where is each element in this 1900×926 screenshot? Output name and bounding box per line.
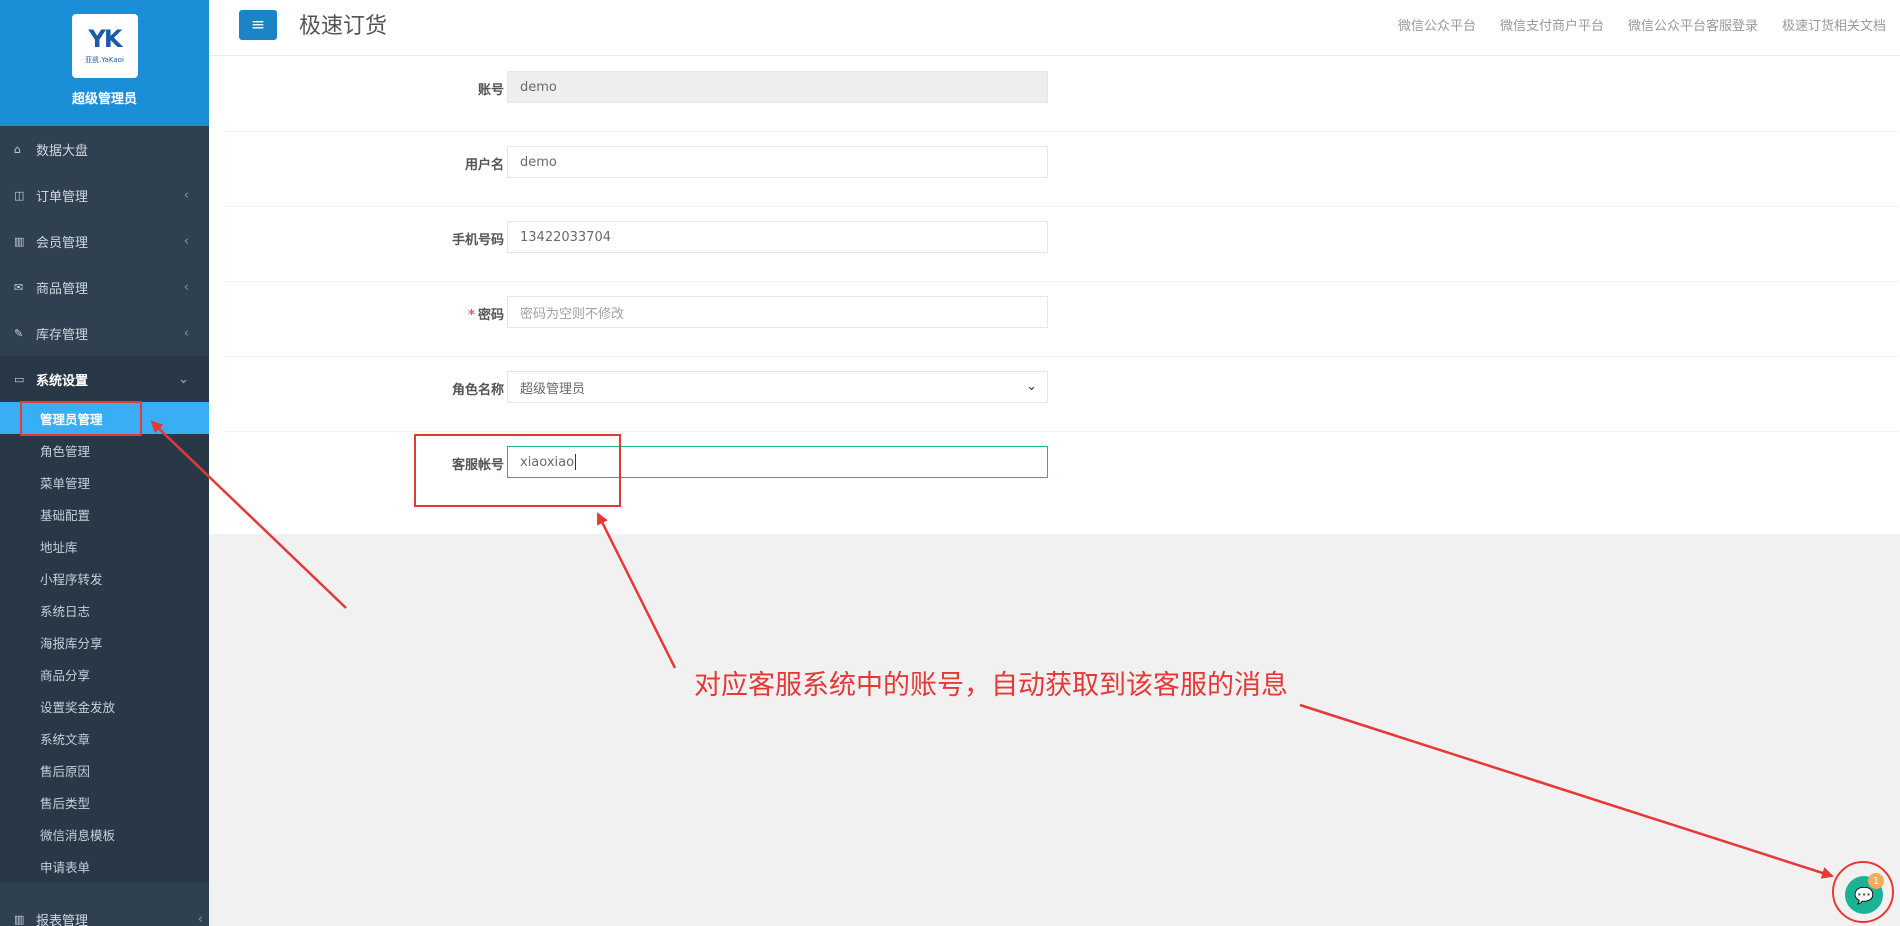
annotation-arrow-to-chat <box>1299 703 1834 879</box>
annotation-text: 对应客服系统中的账号，自动获取到该客服的消息 <box>694 670 1288 701</box>
chat-bubble-icon: 💬 <box>1854 885 1874 905</box>
annotation-arrow-to-cs-field <box>596 512 677 669</box>
annotation-arrow-to-admin-menu <box>150 420 347 609</box>
annotation-arrows <box>150 420 1834 879</box>
chat-unread-badge: 1 <box>1868 873 1884 889</box>
